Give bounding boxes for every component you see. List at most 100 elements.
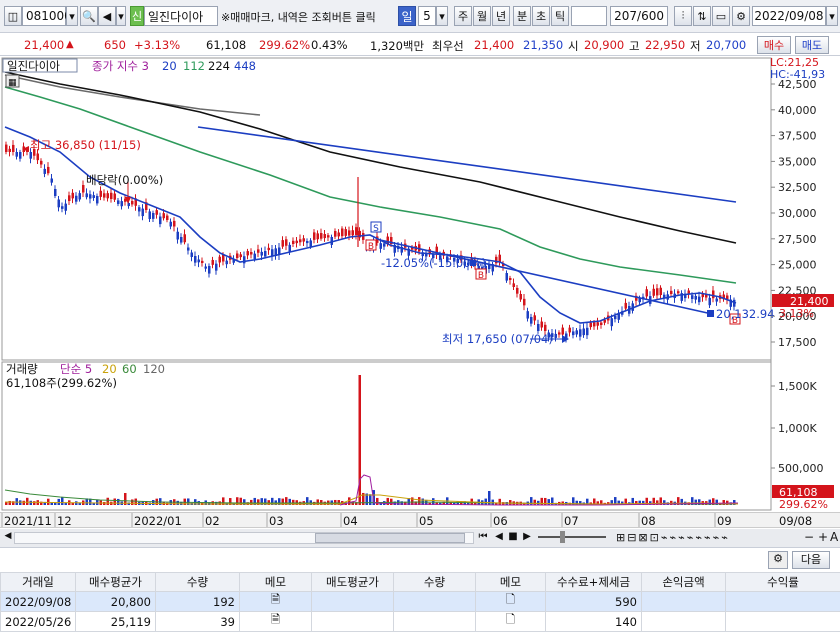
cell-date: 2022/05/26 [1, 612, 76, 632]
period-minute-tab[interactable]: 분 [513, 6, 531, 26]
speaker-dropdown-icon[interactable]: ▾ [116, 6, 126, 26]
next-icon[interactable]: ▶ [520, 531, 534, 545]
search-icon[interactable]: 🔍 [80, 6, 98, 26]
best-price-label: 최우선 [432, 38, 464, 54]
sell-memo-icon[interactable]: 🗋 [476, 612, 546, 632]
date-axis-label: 04 [343, 514, 358, 528]
low-annotation: 최저 17,650 (07/04) [442, 332, 553, 346]
sell-signal-icon: S [373, 224, 379, 234]
cell-pnl [642, 592, 726, 612]
price-tick-label: 25,000 [778, 259, 817, 272]
period-count-input[interactable]: 5 [418, 6, 436, 26]
period-year-tab[interactable]: 년 [492, 6, 510, 26]
table-row[interactable]: 2022/05/26 25,119 39 🗎 🗋 140 [1, 612, 840, 632]
legend-stock-name[interactable]: 일진다이아 [7, 59, 60, 73]
volume-tick-label: 1,500K [778, 380, 817, 393]
date-axis-label: 08 [641, 514, 656, 528]
sell-button[interactable]: 매도 [795, 36, 829, 54]
date-axis-label: 03 [269, 514, 284, 528]
calculator-icon[interactable]: ▦ [8, 78, 17, 88]
vol-ma120-legend: 120 [143, 362, 165, 376]
date-axis-label: 05 [419, 514, 434, 528]
volume-value: 61,108주(299.62%) [6, 376, 117, 390]
date-field[interactable]: 2022/09/08 [752, 6, 826, 26]
volume: 61,108 [206, 38, 246, 52]
date-axis-label: 07 [564, 514, 579, 528]
current-price: 21,400 [24, 38, 64, 52]
period-tick-tab[interactable]: 틱 [551, 6, 569, 26]
scroll-track[interactable] [14, 532, 474, 544]
volume-ratio: 299.62% [259, 38, 310, 52]
col-sell-avg[interactable]: 매도평균가 [312, 573, 394, 592]
gear-icon[interactable]: ⚙ [732, 6, 750, 26]
grid-gear-icon[interactable]: ⚙ [768, 551, 788, 569]
date-dropdown-icon[interactable]: ▾ [826, 6, 838, 26]
stop-icon[interactable]: ■ [506, 531, 520, 545]
col-buy-memo[interactable]: 메모 [240, 573, 312, 592]
stock-name: 일진다이아 [148, 8, 203, 25]
period-week-tab[interactable]: 주 [454, 6, 472, 26]
buy-button[interactable]: 매수 [757, 36, 791, 54]
zoom-slider-thumb[interactable] [560, 531, 565, 543]
legend-ma-label[interactable]: 종가 지수 3 [92, 59, 149, 73]
zoom-in-icon[interactable]: + [818, 530, 828, 544]
memo-icon[interactable]: 🗎 [240, 612, 312, 632]
col-return[interactable]: 수익률 [726, 573, 840, 592]
table-row[interactable]: 2022/09/08 20,800 192 🗎 🗋 590 [1, 592, 840, 612]
memo-icon[interactable]: 🗎 [240, 592, 312, 612]
scroll-thumb[interactable] [315, 533, 465, 543]
period-month-tab[interactable]: 월 [473, 6, 491, 26]
period-extra-input[interactable] [571, 6, 607, 26]
period-dropdown-icon[interactable]: ▾ [436, 6, 448, 26]
col-pnl[interactable]: 손익금액 [642, 573, 726, 592]
prev-icon[interactable]: ◀ [492, 531, 506, 545]
cell-sell-avg [312, 592, 394, 612]
col-trade-date[interactable]: 거래일 [1, 573, 76, 592]
price-tick-label: 42,500 [778, 78, 817, 91]
price-tick-label: 40,000 [778, 104, 817, 117]
date-axis-label: 12 [57, 514, 72, 528]
cell-sell-qty [394, 612, 476, 632]
candle-icon[interactable]: ⫶ [674, 6, 692, 26]
signal-annotation: -12.05%(-15.00%) [381, 256, 486, 270]
first-page-icon[interactable]: ⏮ [476, 531, 490, 545]
drawing-tools-icons[interactable]: ⊞⊟⊠⊡⌁⌁⌁⌁⌁⌁⌁⌁ [616, 531, 730, 544]
buy-signal-icon: B [368, 242, 374, 252]
chart-icon[interactable]: ◫ [4, 6, 22, 26]
zoom-out-icon[interactable]: − [804, 530, 814, 544]
period-second-tab[interactable]: 초 [532, 6, 550, 26]
minimize-icon[interactable]: ▭ [712, 6, 730, 26]
zoom-slider[interactable] [538, 536, 606, 538]
next-button[interactable]: 다음 [792, 551, 830, 569]
scroll-left-icon[interactable]: ◀ [2, 531, 14, 545]
high-label: 고 [629, 38, 640, 54]
cell-pnl [642, 612, 726, 632]
col-buy-qty[interactable]: 수량 [156, 573, 240, 592]
cell-fees: 590 [546, 592, 642, 612]
sell-memo-icon[interactable]: 🗋 [476, 592, 546, 612]
price-change: 650 [104, 38, 126, 52]
period-day-tab[interactable]: 일 [398, 6, 416, 26]
col-buy-avg[interactable]: 매수평균가 [76, 573, 156, 592]
col-sell-qty[interactable]: 수량 [394, 573, 476, 592]
stock-name-field[interactable]: 일진다이아 [144, 6, 218, 26]
volume-tick-label: 1,000K [778, 422, 817, 435]
notice-text: ※매매마크, 내역은 조회버튼 클릭 [221, 9, 376, 25]
code-dropdown-icon[interactable]: ▾ [66, 6, 78, 26]
data-count-field[interactable]: 207/600 [610, 6, 668, 26]
dual-icon[interactable]: ⇅ [693, 6, 711, 26]
price-tick-label: 37,500 [778, 130, 817, 143]
chart-scroll-bar: ◀ ⏮ ◀ ■ ▶ ⊞⊟⊠⊡⌁⌁⌁⌁⌁⌁⌁⌁ − + A [0, 529, 840, 548]
new-badge: 신 [130, 6, 144, 26]
speaker-icon[interactable]: ◀ [98, 6, 116, 26]
col-fees[interactable]: 수수료+제세금 [546, 573, 642, 592]
legend-ma448: 448 [234, 59, 256, 73]
font-size-icon[interactable]: A [830, 530, 838, 544]
col-sell-memo[interactable]: 메모 [476, 573, 546, 592]
stock-code-input[interactable]: 081000 [22, 6, 66, 26]
volume-ma-label[interactable]: 단순 5 [60, 362, 92, 376]
up-arrow-icon: ▲ [66, 39, 74, 50]
volume-legend[interactable]: 거래량 [6, 362, 38, 376]
price-tick-label: 32,500 [778, 181, 817, 194]
chart-area[interactable]: S B B B 최고 36,850 (11/15) 배당락(0.00%) -12… [0, 57, 840, 512]
